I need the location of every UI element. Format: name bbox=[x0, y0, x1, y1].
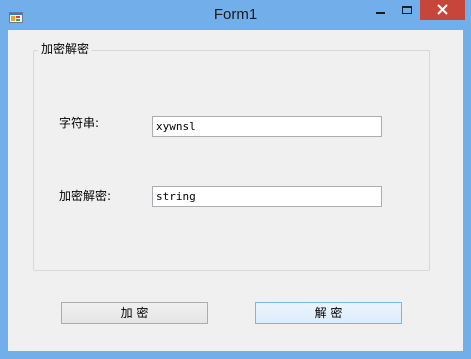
title-bar[interactable]: Form1 bbox=[0, 0, 471, 30]
string-label: 字符串: bbox=[59, 116, 100, 130]
decrypt-button[interactable]: 解 密 bbox=[255, 302, 402, 324]
crypto-groupbox bbox=[33, 50, 430, 271]
groupbox-title: 加密解密 bbox=[38, 41, 93, 57]
encrypt-button[interactable]: 加 密 bbox=[61, 302, 208, 324]
string-input[interactable]: xywnsl bbox=[152, 116, 382, 137]
minimize-button[interactable] bbox=[367, 0, 394, 20]
minimize-icon bbox=[376, 12, 385, 14]
close-button[interactable] bbox=[420, 0, 465, 20]
form-client-area: 加密解密 字符串: xywnsl 加密解密: string 加 密 解 密 bbox=[8, 30, 463, 351]
form-window: Form1 加密解密 字符串: xywnsl 加密解密: string 加 密 … bbox=[0, 0, 471, 359]
crypto-label: 加密解密: bbox=[59, 189, 112, 203]
close-icon bbox=[437, 4, 448, 15]
maximize-icon bbox=[402, 6, 412, 14]
crypto-output-input[interactable]: string bbox=[152, 186, 382, 207]
maximize-button[interactable] bbox=[394, 0, 420, 20]
